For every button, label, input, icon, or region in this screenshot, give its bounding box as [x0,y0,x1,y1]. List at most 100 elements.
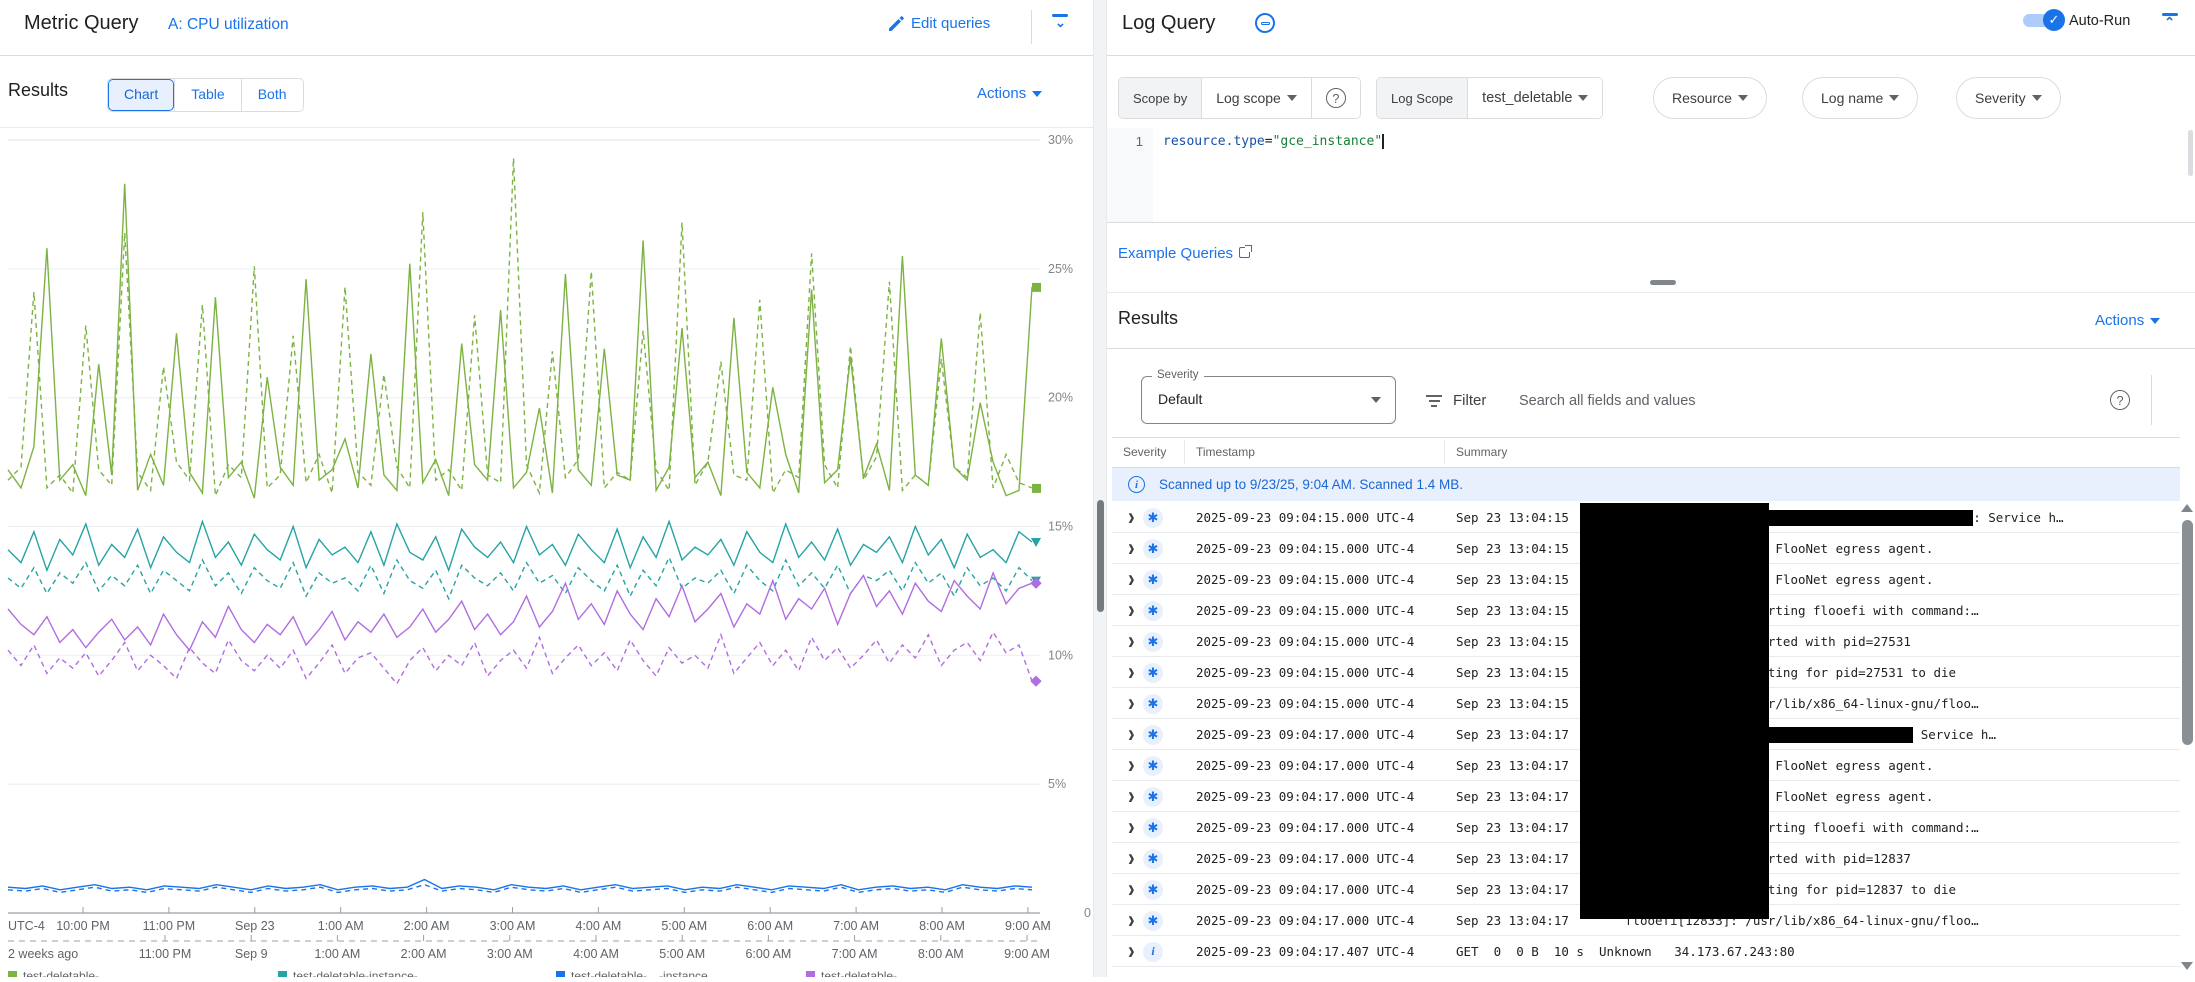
log-row[interactable]: › i 2025-09-23 09:04:17.407 UTC-4 GET 0 … [1112,936,2180,967]
default-severity-icon: ✱ [1143,787,1163,807]
x-axis-comparison-label: 7:00 AM [832,947,878,961]
y-tick-label: 30% [1048,133,1073,147]
series-cpu-purple-2-weeks-ago [8,632,1032,684]
log-scrollbar-thumb[interactable] [2182,520,2193,745]
editor-scrollbar[interactable] [2188,130,2193,176]
external-link-icon [1239,247,1250,258]
tab-both[interactable]: Both [241,79,303,111]
chevron-down-icon [1738,95,1748,101]
expand-chevron-icon[interactable]: › [1128,627,1135,656]
scope-help-button[interactable]: ? [1311,78,1360,118]
metric-query-name-link[interactable]: A: CPU utilization [168,16,289,34]
query-editor[interactable]: 1 resource.type="gce_instance" [1107,128,2195,222]
collapse-log-query-icon[interactable]: ⌄ [2162,13,2178,27]
expand-chevron-icon[interactable]: › [1128,813,1135,842]
tab-chart[interactable]: Chart [108,79,174,111]
log-scrollbar[interactable] [2180,468,2195,977]
default-severity-icon: ✱ [1143,880,1163,900]
default-severity-icon: ✱ [1143,570,1163,590]
log-scope-label: Log Scope [1377,78,1468,118]
default-severity-icon: ✱ [1143,694,1163,714]
scroll-up-icon[interactable] [2181,504,2193,512]
expand-chevron-icon[interactable]: › [1128,751,1135,780]
log-scope-group: Log Scope test_deletable [1376,77,1603,119]
tab-table[interactable]: Table [174,79,240,111]
split-pane-divider[interactable] [1093,0,1107,977]
x-axis-label: 10:00 PM [56,919,110,933]
x-axis-label: 1:00 AM [318,919,364,933]
auto-run-label: Auto-Run [2069,13,2130,29]
filter-label: Filter [1453,392,1486,409]
auto-run-toggle[interactable]: ✓ [2023,12,2063,28]
log-summary: Sep 23 13:04:17flooefi[12833]: Started w… [1456,851,2176,866]
expand-chevron-icon[interactable]: › [1128,689,1135,718]
collapse-metric-query-icon[interactable]: ⌄ [1052,14,1068,28]
x-axis-comparison-label: 9:00 AM [1004,947,1050,961]
split-pane-drag-handle[interactable] [1097,500,1104,612]
expand-chevron-icon[interactable]: › [1128,565,1135,594]
log-summary: GET 0 0 B 10 s Unknown 34.173.67.243:80 [1456,944,2176,959]
expand-chevron-icon[interactable]: › [1128,937,1135,966]
log-name-filter-pill[interactable]: Log name [1802,77,1918,119]
info-icon: i [1128,476,1145,493]
expand-chevron-icon[interactable]: › [1128,782,1135,811]
expand-chevron-icon[interactable]: › [1128,596,1135,625]
actions-dropdown-left[interactable]: Actions [977,85,1042,102]
legend-marker [556,971,565,977]
editor-line-number: 1 [1107,128,1153,222]
severity-filter-pill[interactable]: Severity [1956,77,2061,119]
x-axis-label: UTC-4 [8,919,45,933]
column-header-severity[interactable]: Severity [1123,445,1166,459]
log-scope-select[interactable]: test_deletable [1468,78,1602,118]
scan-status-banner: i Scanned up to 9/23/25, 9:04 AM. Scanne… [1112,468,2180,501]
expand-chevron-icon[interactable]: › [1128,844,1135,873]
expand-chevron-icon[interactable]: › [1128,720,1135,749]
column-header-summary[interactable]: Summary [1456,445,1507,459]
severity-select[interactable]: Severity Default [1141,376,1396,424]
legend-marker [806,971,815,977]
legend-label: test-deletable-instance-… [293,969,430,977]
x-axis-label: 2:00 AM [404,919,450,933]
redaction-box [1580,503,1769,919]
x-axis-label: 7:00 AM [833,919,879,933]
expand-chevron-icon[interactable]: › [1128,534,1135,563]
log-summary: Sep 23 13:04:17systemd[1]: Started FlooN… [1456,789,2176,804]
x-axis-comparison-label: 2:00 AM [401,947,447,961]
actions-dropdown-right[interactable]: Actions [2095,312,2160,329]
results-heading-left: Results [8,80,68,101]
x-axis-comparison-label: 5:00 AM [659,947,705,961]
expand-chevron-icon[interactable]: › [1128,658,1135,687]
edit-queries-button[interactable]: Edit queries [911,15,990,32]
x-axis-comparison-label: 1:00 AM [314,947,360,961]
link-icon[interactable] [1255,13,1275,33]
column-header-timestamp[interactable]: Timestamp [1196,445,1255,459]
log-timestamp: 2025-09-23 09:04:17.000 UTC-4 [1196,820,1414,835]
x-axis-label: 3:00 AM [490,919,536,933]
cpu-utilization-chart[interactable]: 30%25%20%15%10%5%0UTC-410:00 PM11:00 PMS… [0,128,1093,977]
chevron-down-icon [1287,95,1297,101]
x-axis-label: 4:00 AM [575,919,621,933]
query-code-line[interactable]: resource.type="gce_instance" [1163,134,1384,149]
scroll-down-icon[interactable] [2181,962,2193,970]
help-icon[interactable]: ? [2110,390,2130,410]
example-queries-link[interactable]: Example Queries [1118,245,1250,262]
section-drag-handle[interactable] [1650,280,1676,285]
log-summary: Sep 23 13:04:15flooefi[27527]: Starting … [1456,603,2176,618]
log-summary: Sep 23 13:04:17systemd[1]: Stopped FlooN… [1456,758,2176,773]
legend-marker [278,971,287,977]
default-severity-icon: ✱ [1143,756,1163,776]
log-summary: Sep 23 13:04:17flooefi[12833]: /usr/lib/… [1456,913,2176,928]
log-summary: Sep 23 13:04:17flooefi[12833]: Starting … [1456,820,2176,835]
log-search-input[interactable]: Search all fields and values [1519,393,1696,409]
check-icon: ✓ [2043,9,2065,31]
log-summary: Sep 23 13:04:17flooefi[12833]: Waiting f… [1456,882,2176,897]
y-tick-label: 15% [1048,520,1073,534]
log-timestamp: 2025-09-23 09:04:17.000 UTC-4 [1196,913,1414,928]
log-scope-dropdown[interactable]: Log scope [1202,78,1311,118]
expand-chevron-icon[interactable]: › [1128,906,1135,935]
resource-filter-pill[interactable]: Resource [1653,77,1767,119]
expand-chevron-icon[interactable]: › [1128,875,1135,904]
log-query-title: Log Query [1122,12,1215,35]
results-heading-right: Results [1118,308,1178,329]
expand-chevron-icon[interactable]: › [1128,503,1135,532]
